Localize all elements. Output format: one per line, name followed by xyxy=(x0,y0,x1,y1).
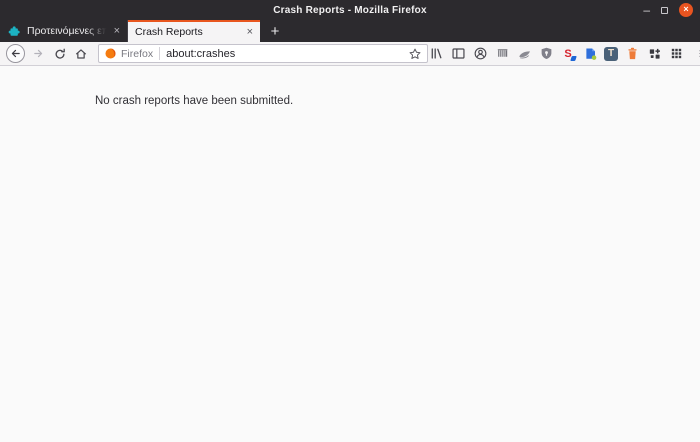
identity-label: Firefox xyxy=(121,47,154,60)
tab-bar: Προτεινόμενες επεκτάσε × Crash Reports ×… xyxy=(0,20,700,42)
tab-label: Crash Reports xyxy=(135,26,203,38)
tab-close-icon[interactable]: × xyxy=(109,25,120,37)
maximize-button[interactable] xyxy=(661,6,668,14)
tab-label: Προτεινόμενες επεκτάσε xyxy=(27,25,109,37)
url-bar[interactable]: Firefox about:crashes xyxy=(98,44,428,63)
firefox-logo xyxy=(104,47,117,60)
sidebars-icon[interactable] xyxy=(450,46,466,62)
url-input[interactable]: about:crashes xyxy=(166,48,235,60)
minimize-button[interactable]: – xyxy=(643,4,650,16)
no-crash-reports-message: No crash reports have been submitted. xyxy=(95,95,294,107)
swoosh-extension-icon[interactable] xyxy=(516,46,532,62)
shield-extension-icon[interactable] xyxy=(538,46,554,62)
tab-close-icon[interactable]: × xyxy=(242,26,253,38)
blue-doc-extension-icon[interactable] xyxy=(582,46,598,62)
home-icon[interactable] xyxy=(70,43,91,64)
t-square-extension-icon[interactable]: T xyxy=(604,46,618,61)
back-button[interactable] xyxy=(6,44,25,63)
close-button[interactable]: × xyxy=(679,3,693,17)
forward-button[interactable] xyxy=(28,43,49,64)
toolbar-icon-cluster: S T xyxy=(428,46,700,62)
navigation-toolbar: Firefox about:crashes S T xyxy=(0,42,700,66)
menu-icon[interactable] xyxy=(696,46,700,62)
grid-extension-icon[interactable] xyxy=(668,46,684,62)
trash-extension-icon[interactable] xyxy=(624,46,640,62)
page-content: No crash reports have been submitted. xyxy=(0,66,700,442)
reload-icon[interactable] xyxy=(49,43,70,64)
red-s-extension-icon[interactable]: S xyxy=(560,46,577,62)
tab-recommended-extensions[interactable]: Προτεινόμενες επεκτάσε × xyxy=(0,20,128,42)
new-tab-button[interactable]: + xyxy=(260,20,290,42)
firefox-window: Crash Reports - Mozilla Firefox – × Προτ… xyxy=(0,0,700,442)
titlebar[interactable]: Crash Reports - Mozilla Firefox – × xyxy=(0,0,700,20)
widgets-plus-extension-icon[interactable] xyxy=(646,46,662,62)
barcode-extension-icon[interactable] xyxy=(494,46,510,62)
tab-crash-reports[interactable]: Crash Reports × xyxy=(128,20,260,42)
library-icon[interactable] xyxy=(428,46,444,62)
window-controls: – × xyxy=(643,0,693,20)
account-icon[interactable] xyxy=(472,46,488,62)
urlbar-separator xyxy=(159,47,161,60)
window-title: Crash Reports - Mozilla Firefox xyxy=(273,4,427,16)
bookmark-star-icon[interactable] xyxy=(408,47,422,61)
teal-puzzle-icon xyxy=(7,24,21,38)
